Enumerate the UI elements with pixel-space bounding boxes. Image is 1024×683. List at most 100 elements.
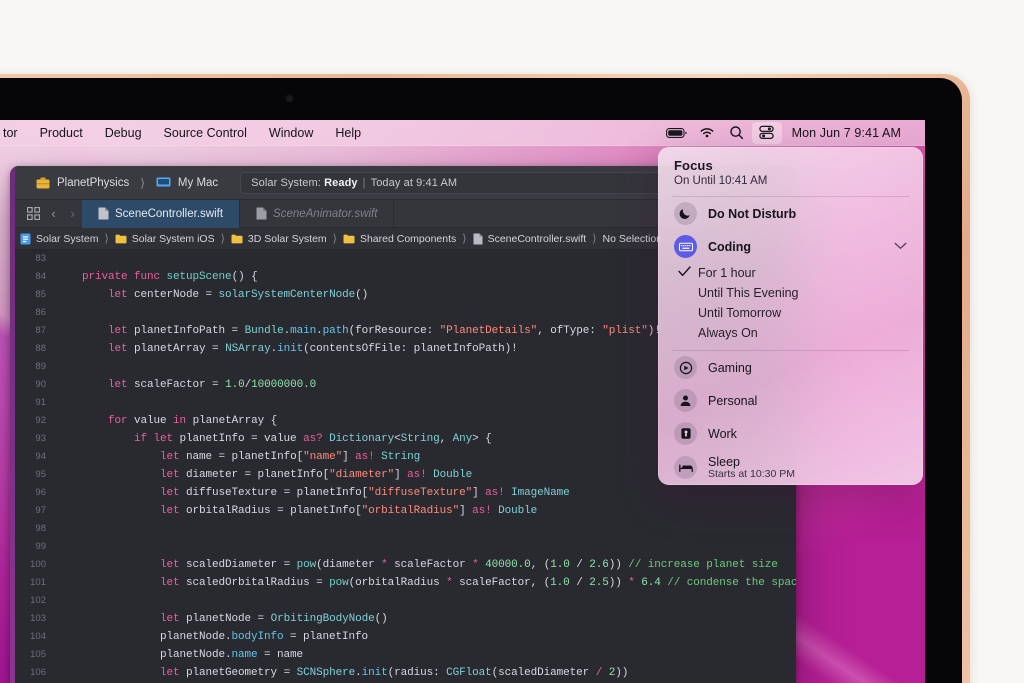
menu-bar-status-items: Mon Jun 7 9:41 AM	[662, 121, 925, 144]
swift-file-icon	[473, 233, 483, 244]
activity-status-bar: Solar System: Ready | Today at 9:41 AM	[240, 171, 693, 194]
breadcrumb-separator-icon: ⟩	[104, 233, 109, 245]
line-number: 106	[30, 667, 46, 678]
line-number: 95	[35, 469, 46, 480]
line-number: 91	[35, 397, 46, 408]
menu-item-debug[interactable]: Debug	[94, 120, 153, 146]
code-text: if let planetInfo = value as? Dictionary…	[134, 433, 492, 445]
focus-duration-until-tomorrow[interactable]: Until Tomorrow	[658, 303, 923, 323]
control-center-icon[interactable]	[751, 121, 782, 144]
xcode-project-icon	[20, 233, 31, 244]
code-text: private func setupScene() {	[82, 271, 258, 283]
focus-mode-gaming[interactable]: Gaming	[658, 351, 923, 384]
code-line: 106 let planetGeometry = SCNSphere.init(…	[10, 664, 796, 682]
code-line: 96 let diffuseTexture = planetInfo["diff…	[10, 484, 796, 502]
focus-mode-label: Do Not Disturb	[708, 206, 797, 221]
menu-item-source-control[interactable]: Source Control	[153, 120, 258, 146]
line-number: 84	[35, 271, 46, 282]
folder-icon	[231, 234, 243, 243]
menu-bar-clock[interactable]: Mon Jun 7 9:41 AM	[782, 126, 907, 140]
line-number: 104	[30, 631, 46, 642]
code-line: 97 let orbitalRadius = planetInfo["orbit…	[10, 502, 796, 520]
menu-bar-items: tor Product Debug Source Control Window …	[0, 120, 372, 146]
code-line: 101 let scaledOrbitalRadius = pow(orbita…	[10, 574, 796, 592]
line-number: 94	[35, 451, 46, 462]
code-line: 100 let scaledDiameter = pow(diameter * …	[10, 556, 796, 574]
code-line: 104 planetNode.bodyInfo = planetInfo	[10, 628, 796, 646]
battery-icon[interactable]	[662, 122, 692, 144]
navigate-forward-button[interactable]: ›	[63, 206, 82, 221]
code-text: let scaleFactor = 1.0/10000000.0	[108, 379, 317, 391]
person-icon	[674, 389, 697, 412]
focus-duration-until-this-evening[interactable]: Until This Evening	[658, 283, 923, 303]
focus-duration-label: Always On	[698, 326, 758, 340]
focus-duration-for-1-hour[interactable]: For 1 hour	[658, 263, 923, 283]
grid-view-icon[interactable]	[22, 207, 44, 220]
focus-mode-work[interactable]: Work	[658, 417, 923, 450]
line-number: 89	[35, 361, 46, 372]
menu-item-help[interactable]: Help	[324, 120, 372, 146]
menu-item-editor[interactable]: tor	[0, 120, 29, 146]
breadcrumb-separator-icon: ⟩	[462, 233, 467, 245]
menu-item-window[interactable]: Window	[258, 120, 324, 146]
tab-label: SceneAnimator.swift	[273, 207, 378, 220]
mac-device-icon	[156, 177, 171, 187]
breadcrumb-item-folder-3[interactable]: Shared Components	[343, 233, 456, 245]
focus-control-center-panel: Focus On Until 10:41 AM Do Not Disturb C…	[658, 147, 923, 485]
activity-status: Ready	[324, 176, 358, 189]
code-text: planetNode.name = name	[56, 649, 304, 661]
breadcrumb-item-project[interactable]: Solar System	[20, 233, 98, 245]
scheme-selector[interactable]: PlanetPhysics ⟩ My Mac	[36, 176, 218, 190]
focus-mode-personal[interactable]: Personal	[658, 384, 923, 417]
wifi-icon[interactable]	[692, 122, 722, 144]
breadcrumb-item-folder-2[interactable]: 3D Solar System	[231, 233, 327, 245]
focus-mode-label: Work	[708, 426, 737, 441]
code-text: let planetNode = OrbitingBodyNode()	[160, 613, 388, 625]
code-text: let orbitalRadius = planetInfo["orbitalR…	[160, 505, 538, 517]
line-number: 99	[35, 541, 46, 552]
line-number: 90	[35, 379, 46, 390]
navigate-back-button[interactable]: ‹	[44, 206, 63, 221]
moon-icon	[674, 202, 697, 225]
line-number: 86	[35, 307, 46, 318]
code-line: 105 planetNode.name = name	[10, 646, 796, 664]
focus-mode-do-not-disturb[interactable]: Do Not Disturb	[658, 197, 923, 230]
activity-timestamp: Today at 9:41 AM	[370, 176, 458, 189]
focus-header: Focus On Until 10:41 AM	[658, 147, 923, 196]
focus-title: Focus	[674, 158, 713, 173]
swift-file-icon	[256, 207, 267, 220]
breadcrumb-item-selection[interactable]: No Selection	[603, 233, 663, 245]
activity-prefix: Solar System:	[251, 176, 321, 189]
breadcrumb-separator-icon: ⟩	[592, 233, 597, 245]
folder-icon	[115, 234, 127, 243]
search-icon[interactable]	[722, 122, 752, 144]
breadcrumb-label: No Selection	[602, 232, 663, 245]
focus-mode-sleep[interactable]: Sleep Starts at 10:30 PM	[658, 450, 923, 485]
line-number: 96	[35, 487, 46, 498]
line-number: 103	[30, 613, 46, 624]
code-text: let centerNode = solarSystemCenterNode()	[108, 289, 369, 301]
breadcrumb-label: Shared Components	[359, 232, 457, 245]
focus-mode-label: Sleep	[708, 455, 740, 469]
breadcrumb-item-file[interactable]: SceneController.swift	[473, 232, 587, 245]
tab-sceneanimator-swift[interactable]: SceneAnimator.swift	[240, 199, 395, 228]
line-number: 100	[30, 559, 46, 570]
line-number: 92	[35, 415, 46, 426]
code-text: let diffuseTexture = planetInfo["diffuse…	[160, 487, 570, 499]
folder-icon	[343, 234, 355, 243]
breadcrumb-item-folder-1[interactable]: Solar System iOS	[115, 233, 215, 245]
focus-mode-coding[interactable]: Coding	[658, 230, 923, 263]
breadcrumb-label: SceneController.swift	[487, 232, 587, 245]
line-number: 87	[35, 325, 46, 336]
tab-scenecontroller-swift[interactable]: SceneController.swift	[82, 199, 241, 228]
code-text: let diameter = planetInfo["diameter"] as…	[160, 469, 473, 481]
focus-duration-label: Until This Evening	[698, 286, 799, 300]
breadcrumb-separator-icon: ⟩	[332, 233, 337, 245]
gamecontroller-icon	[674, 356, 697, 379]
line-number: 102	[30, 595, 46, 606]
code-line: 103 let planetNode = OrbitingBodyNode()	[10, 610, 796, 628]
screenshot-stage: PlanetPhysics ⟩ My Mac Solar System: Rea…	[0, 0, 1024, 683]
menu-item-product[interactable]: Product	[29, 120, 94, 146]
chevron-down-icon[interactable]	[894, 241, 907, 253]
focus-duration-always-on[interactable]: Always On	[658, 323, 923, 343]
